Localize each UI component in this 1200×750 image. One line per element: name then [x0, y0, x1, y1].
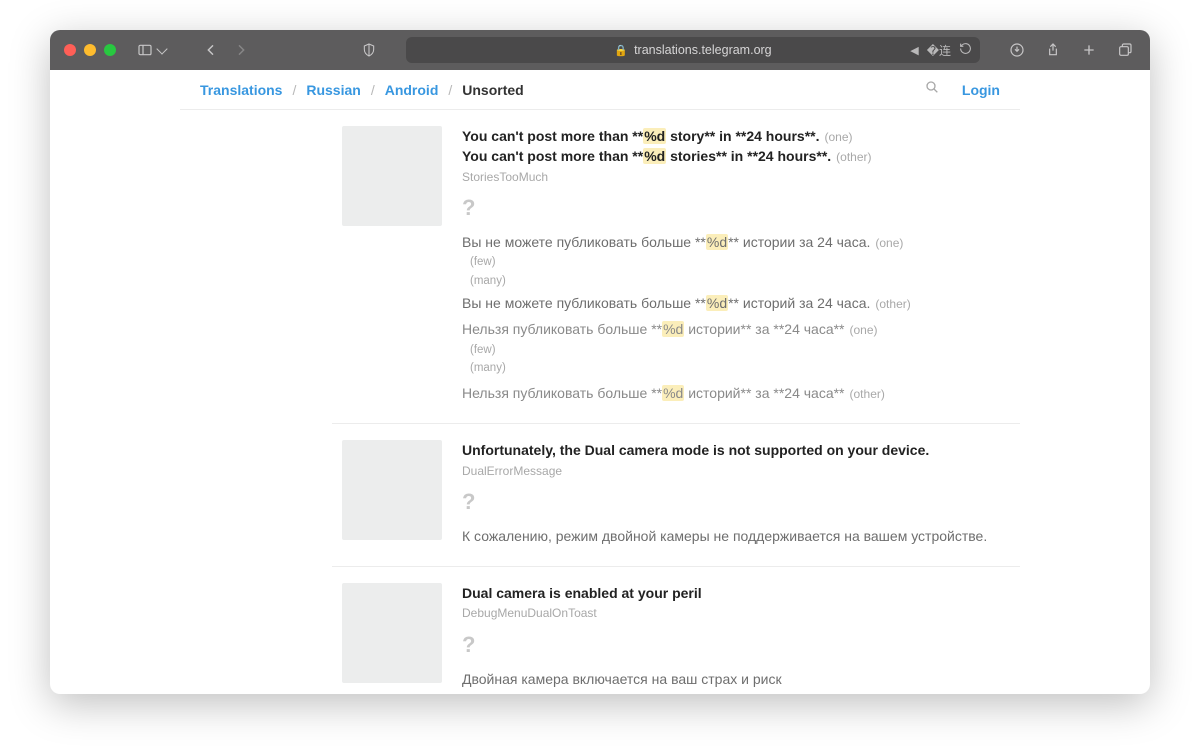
source-string: Dual camera is enabled at your peril: [462, 583, 782, 603]
entry-body: Unfortunately, the Dual camera mode is n…: [462, 440, 987, 546]
translation-string: Вы не можете публиковать больше **%d** и…: [462, 232, 911, 252]
string-key: StoriesTooMuch: [462, 169, 911, 186]
window-close-button[interactable]: [64, 44, 76, 56]
breadcrumb: Translations / Russian / Android / Unsor…: [200, 82, 524, 98]
translation-entry[interactable]: You can't post more than **%d story** in…: [332, 110, 1020, 424]
traffic-lights: [64, 44, 116, 56]
entry-body: Dual camera is enabled at your peril Debu…: [462, 583, 782, 689]
sidebar-icon[interactable]: [134, 39, 156, 61]
search-icon[interactable]: [924, 79, 940, 100]
breadcrumb-translations[interactable]: Translations: [200, 82, 282, 98]
help-icon[interactable]: ?: [462, 629, 782, 661]
translation-entry[interactable]: Unfortunately, the Dual camera mode is n…: [332, 424, 1020, 567]
source-string: You can't post more than **%d stories** …: [462, 146, 911, 166]
translation-string: К сожалению, режим двойной камеры не под…: [462, 526, 987, 546]
entries-list: You can't post more than **%d story** in…: [332, 110, 1020, 694]
browser-window: 🔒 translations.telegram.org ◀ �连: [50, 30, 1150, 694]
plural-tag: (few): [470, 254, 911, 271]
forward-button[interactable]: [230, 39, 252, 61]
alt-translation-string: Нельзя публиковать больше **%d истории**…: [462, 319, 911, 339]
lock-icon: 🔒: [614, 44, 628, 57]
window-minimize-button[interactable]: [84, 44, 96, 56]
translation-entry[interactable]: Dual camera is enabled at your peril Debu…: [332, 567, 1020, 694]
topbar: Translations / Russian / Android / Unsor…: [180, 70, 1020, 110]
mute-icon[interactable]: ◀: [910, 44, 918, 57]
window-zoom-button[interactable]: [104, 44, 116, 56]
url-bar[interactable]: 🔒 translations.telegram.org ◀ �连: [406, 37, 980, 63]
titlebar: 🔒 translations.telegram.org ◀ �连: [50, 30, 1150, 70]
login-link[interactable]: Login: [962, 82, 1000, 98]
downloads-icon[interactable]: [1006, 39, 1028, 61]
string-key: DualErrorMessage: [462, 463, 987, 480]
reader-icon[interactable]: �连: [927, 42, 951, 59]
help-icon[interactable]: ?: [462, 192, 911, 224]
share-icon[interactable]: [1042, 39, 1064, 61]
entry-body: You can't post more than **%d story** in…: [462, 126, 911, 403]
breadcrumb-russian[interactable]: Russian: [306, 82, 360, 98]
plural-tag: (many): [470, 273, 911, 290]
translation-string: Двойная камера включается на ваш страх и…: [462, 669, 782, 689]
url-text: translations.telegram.org: [634, 43, 772, 57]
plural-tag: (many): [470, 360, 911, 377]
alt-translation-string: Нельзя публиковать больше **%d историй**…: [462, 383, 911, 403]
breadcrumb-current: Unsorted: [462, 82, 523, 98]
screenshot-thumb[interactable]: [342, 440, 442, 540]
help-icon[interactable]: ?: [462, 486, 987, 518]
tabs-icon[interactable]: [1114, 39, 1136, 61]
reload-icon[interactable]: [959, 42, 972, 58]
new-tab-icon[interactable]: [1078, 39, 1100, 61]
translation-string: Вы не можете публиковать больше **%d** и…: [462, 293, 911, 313]
source-string: You can't post more than **%d story** in…: [462, 126, 911, 146]
shield-icon[interactable]: [358, 39, 380, 61]
chevron-down-icon[interactable]: [156, 43, 167, 54]
screenshot-thumb[interactable]: [342, 583, 442, 683]
plural-tag: (few): [470, 342, 911, 359]
back-button[interactable]: [200, 39, 222, 61]
string-key: DebugMenuDualOnToast: [462, 605, 782, 622]
breadcrumb-android[interactable]: Android: [385, 82, 439, 98]
page-content: Translations / Russian / Android / Unsor…: [50, 70, 1150, 694]
screenshot-thumb[interactable]: [342, 126, 442, 226]
source-string: Unfortunately, the Dual camera mode is n…: [462, 440, 987, 460]
